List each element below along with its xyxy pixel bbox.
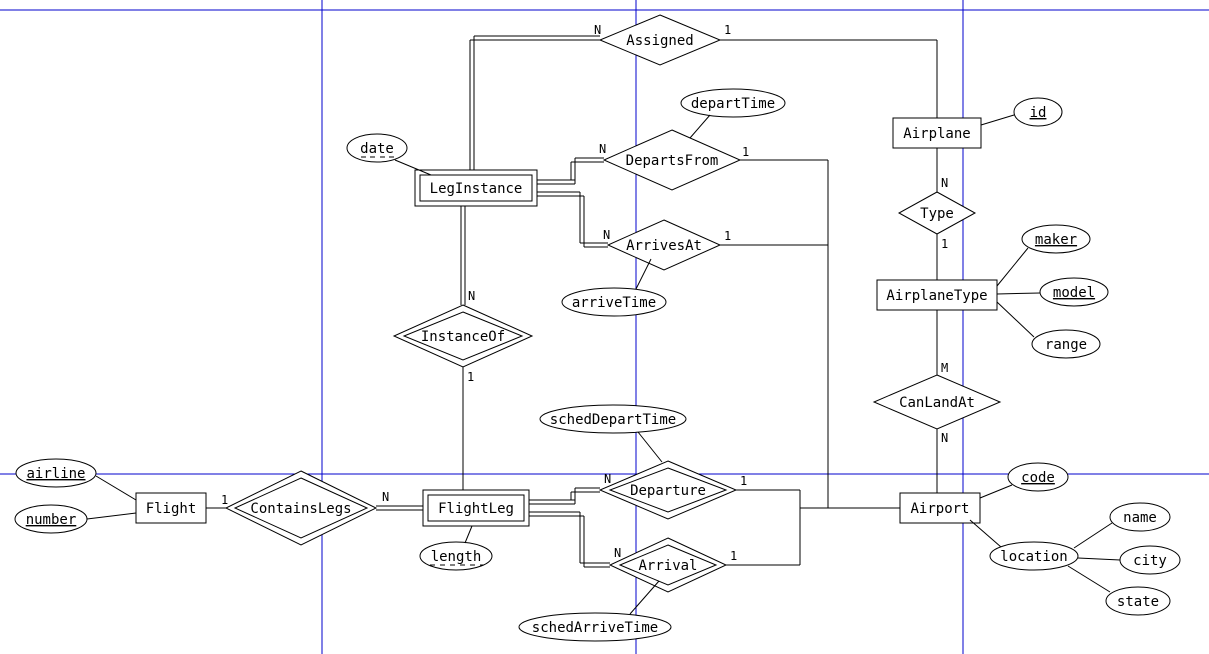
attr-arrivetime: arriveTime [562,288,666,316]
rel-type: Type [899,192,975,234]
card-type-top: N [941,176,948,190]
rel-canlandat: CanLandAt [874,375,1000,429]
rel-instanceof-label: InstanceOf [421,329,505,345]
attr-code: code [1008,463,1068,491]
entity-airplanetype-label: AirplaneType [886,288,987,304]
attr-airline-label: airline [26,466,85,482]
card-departsfrom-left: N [599,142,606,156]
attr-schedarrive-label: schedArriveTime [532,620,658,636]
card-assigned-left: N [594,23,601,37]
entity-airplane: Airplane [893,118,981,148]
card-departure-right: 1 [740,474,747,488]
attr-model: model [1040,278,1108,306]
entity-airplane-label: Airplane [903,126,970,142]
attr-location: location [990,542,1078,570]
rel-departure: Departure [600,461,736,519]
attr-airline: airline [16,459,96,487]
er-diagram-canvas: Flight FlightLeg LegInstance Airplane Ai… [0,0,1209,654]
attr-date-label: date [360,141,394,157]
attr-id-label: id [1030,105,1047,121]
rel-assigned: Assigned [600,15,720,65]
rel-arrival: Arrival [610,538,726,592]
attr-scheddepart: schedDepartTime [540,405,686,433]
attr-range-label: range [1045,337,1087,353]
card-arrival-right: 1 [730,549,737,563]
card-arrival-left: N [614,546,621,560]
entity-flightleg-label: FlightLeg [438,501,514,517]
attr-range: range [1032,330,1100,358]
attr-length: length [420,542,492,570]
rel-containslegs-label: ContainsLegs [250,501,351,517]
attr-number-label: number [26,512,77,528]
attr-location-label: location [1000,549,1067,565]
rel-instanceof: InstanceOf [394,305,532,367]
rel-type-label: Type [920,206,954,222]
attr-arrivetime-label: arriveTime [572,295,656,311]
attr-city: city [1120,546,1180,574]
card-departsfrom-right: 1 [742,145,749,159]
card-containslegs-left: 1 [221,493,228,507]
rel-assigned-label: Assigned [626,33,693,49]
attr-number: number [15,505,87,533]
attr-maker-label: maker [1035,232,1077,248]
card-arrivesat-right: 1 [724,229,731,243]
rel-arrivesat: ArrivesAt [608,220,720,270]
entity-leginstance-label: LegInstance [430,181,523,197]
attr-state: state [1106,587,1170,615]
card-arrivesat-left: N [603,228,610,242]
entity-airplanetype: AirplaneType [877,280,997,310]
attr-length-label: length [431,549,482,565]
card-assigned-right: 1 [724,23,731,37]
card-instanceof-bottom: 1 [467,370,474,384]
rel-departsfrom: DepartsFrom [604,130,740,190]
attr-model-label: model [1053,285,1095,301]
attr-code-label: code [1021,470,1055,486]
card-instanceof-top: N [468,289,475,303]
rel-departure-label: Departure [630,483,706,499]
entity-airport: Airport [900,493,980,523]
rel-arrival-label: Arrival [638,558,697,574]
entity-leginstance: LegInstance [415,170,537,206]
attr-schedarrive: schedArriveTime [519,613,671,641]
attr-name: name [1110,503,1170,531]
entity-flight: Flight [136,493,206,523]
entity-flight-label: Flight [146,501,197,517]
rel-departsfrom-label: DepartsFrom [626,153,719,169]
rel-containslegs: ContainsLegs [226,471,376,545]
attr-scheddepart-label: schedDepartTime [550,412,676,428]
attr-departtime: departTime [681,89,785,117]
card-canlandat-top: M [941,361,948,375]
attr-id: id [1014,98,1062,126]
attr-name-label: name [1123,510,1157,526]
entity-airport-label: Airport [910,501,969,517]
card-containslegs-right: N [382,490,389,504]
card-type-bottom: 1 [941,237,948,251]
attr-date: date [347,134,407,162]
card-canlandat-bottom: N [941,431,948,445]
card-departure-left: N [604,472,611,486]
entity-flightleg: FlightLeg [423,490,529,526]
rel-canlandat-label: CanLandAt [899,395,975,411]
attr-departtime-label: departTime [691,96,775,112]
attr-city-label: city [1133,553,1167,569]
rel-arrivesat-label: ArrivesAt [626,238,702,254]
attr-state-label: state [1117,594,1159,610]
attr-maker: maker [1022,225,1090,253]
